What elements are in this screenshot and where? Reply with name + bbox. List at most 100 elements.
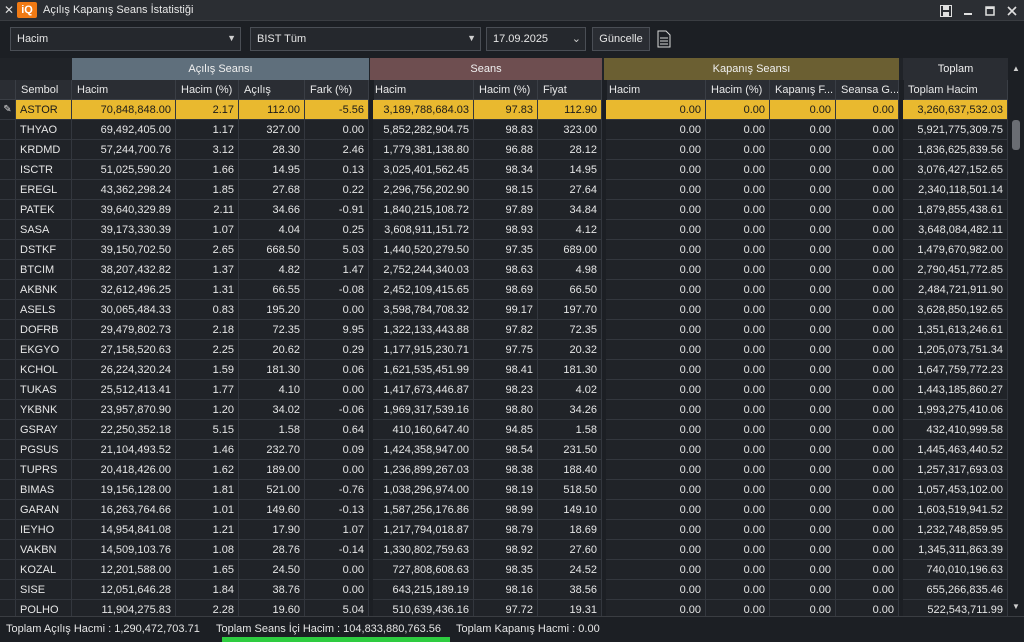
table-row[interactable]: ASELS 30,065,484.33 0.83 195.20 0.00 3,598,78… bbox=[0, 300, 1008, 320]
table-row[interactable]: KRDMD 57,244,700.76 3.12 28.30 2.46 1,779,381… bbox=[0, 140, 1008, 160]
cell-open-volume-pct: 3.12 bbox=[176, 140, 239, 160]
table-row[interactable]: EREGL 43,362,298.24 1.85 27.68 0.22 2,296,756… bbox=[0, 180, 1008, 200]
column-separator bbox=[899, 220, 903, 240]
column-header-closing-price[interactable]: Kapanış F... bbox=[770, 80, 836, 100]
column-separator bbox=[602, 400, 606, 420]
cell-open-volume-pct: 2.28 bbox=[176, 600, 239, 616]
cell-close-volume: 0.00 bbox=[604, 480, 706, 500]
table-row[interactable]: GSRAY 22,250,352.18 5.15 1.58 0.64 410,160,64… bbox=[0, 420, 1008, 440]
column-separator bbox=[602, 540, 606, 560]
row-indicator bbox=[0, 220, 16, 240]
column-header-session-volume[interactable]: Hacim bbox=[370, 80, 474, 100]
row-indicator bbox=[0, 340, 16, 360]
cell-opening-price: 189.00 bbox=[239, 460, 305, 480]
table-row[interactable]: YKBNK 23,957,870.90 1.20 34.02 -0.06 1,969,31… bbox=[0, 400, 1008, 420]
date-picker[interactable]: 17.09.2025 ⌄ bbox=[486, 27, 586, 51]
cell-closing-price: 0.00 bbox=[770, 560, 836, 580]
cell-session-volume-pct: 98.16 bbox=[474, 580, 538, 600]
row-indicator bbox=[0, 520, 16, 540]
column-header-price[interactable]: Fiyat bbox=[538, 80, 602, 100]
table-row[interactable]: PATEK 39,640,329.89 2.11 34.66 -0.91 1,840,21… bbox=[0, 200, 1008, 220]
column-header-close-volume-pct[interactable]: Hacim (%) bbox=[706, 80, 770, 100]
cell-close-volume: 0.00 bbox=[604, 600, 706, 616]
column-separator bbox=[602, 240, 606, 260]
cell-close-volume-pct: 0.00 bbox=[706, 120, 770, 140]
column-separator bbox=[369, 300, 373, 320]
table-row[interactable]: PGSUS 21,104,493.52 1.46 232.70 0.09 1,424,35… bbox=[0, 440, 1008, 460]
cell-open-volume: 20,418,426.00 bbox=[72, 460, 176, 480]
session-total-text: Toplam Seans İçi Hacim : 104,833,880,763… bbox=[216, 623, 442, 635]
cell-session-change: 0.00 bbox=[836, 240, 899, 260]
scroll-down-icon[interactable]: ▼ bbox=[1008, 598, 1024, 614]
column-separator bbox=[602, 340, 606, 360]
cell-close-volume: 0.00 bbox=[604, 140, 706, 160]
vertical-scrollbar[interactable]: ▲ ▼ bbox=[1008, 58, 1024, 616]
table-row[interactable]: TUKAS 25,512,413.41 1.77 4.10 0.00 1,417,673,… bbox=[0, 380, 1008, 400]
column-header-session-change[interactable]: Seansa G... bbox=[836, 80, 899, 100]
column-separator bbox=[369, 100, 373, 120]
column-header-open-volume[interactable]: Hacim bbox=[72, 80, 176, 100]
column-header-diff-pct[interactable]: Fark (%) bbox=[305, 80, 369, 100]
column-header-opening-price[interactable]: Açılış bbox=[239, 80, 305, 100]
table-row[interactable]: BIMAS 19,156,128.00 1.81 521.00 -0.76 1,038,2… bbox=[0, 480, 1008, 500]
metric-select[interactable]: Hacim ▼ bbox=[10, 27, 241, 51]
save-icon[interactable] bbox=[938, 3, 954, 19]
column-header-close-volume[interactable]: Hacim bbox=[604, 80, 706, 100]
cell-open-volume: 14,954,841.08 bbox=[72, 520, 176, 540]
table-row[interactable]: KCHOL 26,224,320.24 1.59 181.30 0.06 1,621,53… bbox=[0, 360, 1008, 380]
close-icon[interactable]: ✕ bbox=[2, 0, 16, 21]
cell-open-volume-pct: 2.11 bbox=[176, 200, 239, 220]
group-header-spacer bbox=[0, 58, 72, 80]
cell-opening-price: 28.30 bbox=[239, 140, 305, 160]
table-row[interactable]: DOFRB 29,479,802.73 2.18 72.35 9.95 1,322,133… bbox=[0, 320, 1008, 340]
maximize-icon[interactable] bbox=[982, 3, 998, 19]
cell-open-volume-pct: 2.65 bbox=[176, 240, 239, 260]
table-row[interactable]: KOZAL 12,201,588.00 1.65 24.50 0.00 727,808,6… bbox=[0, 560, 1008, 580]
cell-open-volume: 11,904,275.83 bbox=[72, 600, 176, 616]
scroll-thumb[interactable] bbox=[1012, 120, 1020, 150]
table-row[interactable]: DSTKF 39,150,702.50 2.65 668.50 5.03 1,440,52… bbox=[0, 240, 1008, 260]
cell-session-volume: 1,322,133,443.88 bbox=[370, 320, 474, 340]
table-row[interactable]: VAKBN 14,509,103.76 1.08 28.76 -0.14 1,330,80… bbox=[0, 540, 1008, 560]
cell-open-volume: 23,957,870.90 bbox=[72, 400, 176, 420]
close-window-icon[interactable] bbox=[1004, 3, 1020, 19]
table-row[interactable]: SISE 12,051,646.28 1.84 38.76 0.00 643,215,18… bbox=[0, 580, 1008, 600]
minimize-icon[interactable] bbox=[960, 3, 976, 19]
table-row[interactable]: THYAO 69,492,405.00 1.17 327.00 0.00 5,852,28… bbox=[0, 120, 1008, 140]
market-select[interactable]: BIST Tüm ▼ bbox=[250, 27, 481, 51]
cell-symbol: KRDMD bbox=[16, 140, 72, 160]
cell-opening-price: 28.76 bbox=[239, 540, 305, 560]
cell-diff-pct: -0.06 bbox=[305, 400, 369, 420]
cell-session-change: 0.00 bbox=[836, 220, 899, 240]
column-header-open-volume-pct[interactable]: Hacim (%) bbox=[176, 80, 239, 100]
cell-price: 4.12 bbox=[538, 220, 602, 240]
cell-open-volume-pct: 1.20 bbox=[176, 400, 239, 420]
group-header-opening: Açılış Seansı bbox=[72, 58, 369, 80]
window-title: Açılış Kapanış Seans İstatistiği bbox=[43, 4, 194, 16]
table-row[interactable]: BTCIM 38,207,432.82 1.37 4.82 1.47 2,752,244,… bbox=[0, 260, 1008, 280]
cell-open-volume-pct: 0.83 bbox=[176, 300, 239, 320]
cell-symbol: ISCTR bbox=[16, 160, 72, 180]
table-row[interactable]: EKGYO 27,158,520.63 2.25 20.62 0.29 1,177,915… bbox=[0, 340, 1008, 360]
row-indicator bbox=[0, 360, 16, 380]
table-row[interactable]: SASA 39,173,330.39 1.07 4.04 0.25 3,608,911,1… bbox=[0, 220, 1008, 240]
table-row[interactable]: AKBNK 32,612,496.25 1.31 66.55 -0.08 2,452,10… bbox=[0, 280, 1008, 300]
cell-open-volume-pct: 1.01 bbox=[176, 500, 239, 520]
table-row[interactable]: ✎ ASTOR 70,848,848.00 2.17 112.00 -5.56 3,189,… bbox=[0, 100, 1008, 120]
table-row[interactable]: IEYHO 14,954,841.08 1.21 17.90 1.07 1,217,794… bbox=[0, 520, 1008, 540]
table-row[interactable]: GARAN 16,263,764.66 1.01 149.60 -0.13 1,587,2… bbox=[0, 500, 1008, 520]
table-row[interactable]: ISCTR 51,025,590.20 1.66 14.95 0.13 3,025,401… bbox=[0, 160, 1008, 180]
cell-close-volume-pct: 0.00 bbox=[706, 440, 770, 460]
export-document-icon[interactable] bbox=[657, 30, 671, 48]
cell-session-volume-pct: 94.85 bbox=[474, 420, 538, 440]
column-header-total-volume[interactable]: Toplam Hacim bbox=[903, 80, 1008, 100]
refresh-button[interactable]: Güncelle bbox=[592, 27, 650, 51]
scroll-up-icon[interactable]: ▲ bbox=[1008, 60, 1024, 76]
table-row[interactable]: POLHO 11,904,275.83 2.28 19.60 5.04 510,639,4… bbox=[0, 600, 1008, 616]
column-header-symbol[interactable]: Sembol bbox=[16, 80, 72, 100]
cell-total-volume: 1,232,748,859.95 bbox=[903, 520, 1008, 540]
cell-session-volume: 410,160,647.40 bbox=[370, 420, 474, 440]
table-row[interactable]: TUPRS 20,418,426.00 1.62 189.00 0.00 1,236,89… bbox=[0, 460, 1008, 480]
column-header-session-volume-pct[interactable]: Hacim (%) bbox=[474, 80, 538, 100]
cell-session-volume: 727,808,608.63 bbox=[370, 560, 474, 580]
